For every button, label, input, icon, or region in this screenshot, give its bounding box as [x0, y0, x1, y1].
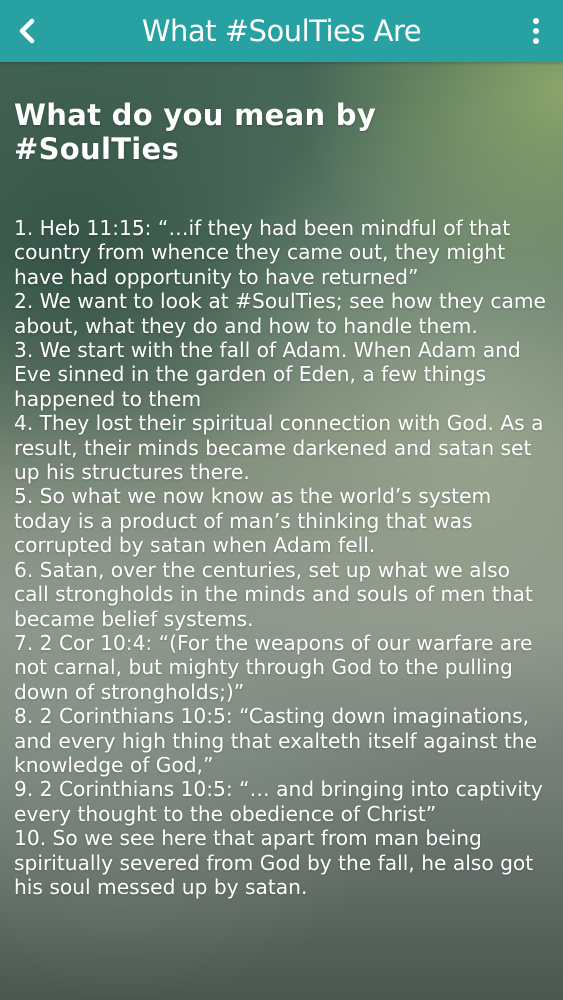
more-options-button[interactable]: [519, 12, 553, 50]
back-button[interactable]: [8, 12, 46, 50]
chevron-left-icon: [19, 18, 35, 44]
list-item: 1. Heb 11:15: “…if they had been mindful…: [14, 216, 511, 289]
list-item: 3. We start with the fall of Adam. When …: [14, 338, 521, 411]
list-item: 10. So we see here that apart from man b…: [14, 826, 534, 899]
app-bar: What #SoulTies Are: [0, 0, 563, 62]
article-list: 1. Heb 11:15: “…if they had been mindful…: [14, 216, 549, 899]
list-item: 4. They lost their spiritual connection …: [14, 411, 544, 485]
list-item: 5. So what we now know as the world’s sy…: [14, 484, 492, 558]
list-item: 8. 2 Corinthians 10:5: “Casting down ima…: [14, 704, 538, 777]
list-item: 7. 2 Cor 10:4: “(For the weapons of our …: [14, 630, 533, 704]
page-title: What #SoulTies Are: [141, 14, 422, 48]
more-vertical-icon-dot: [533, 38, 539, 44]
article-heading: What do you mean by #SoulTies: [14, 98, 377, 166]
list-item: 6. Satan, over the centuries, set up wha…: [14, 557, 533, 631]
list-item: 9. 2 Corinthians 10:5: “… and bringing i…: [14, 777, 543, 826]
more-vertical-icon-dot: [533, 28, 539, 34]
list-item: 2. We want to look at #SoulTies; see how…: [14, 289, 546, 338]
more-vertical-icon: [533, 18, 539, 24]
article-content[interactable]: What do you mean by #SoulTies 1. Heb 11:…: [14, 98, 549, 899]
